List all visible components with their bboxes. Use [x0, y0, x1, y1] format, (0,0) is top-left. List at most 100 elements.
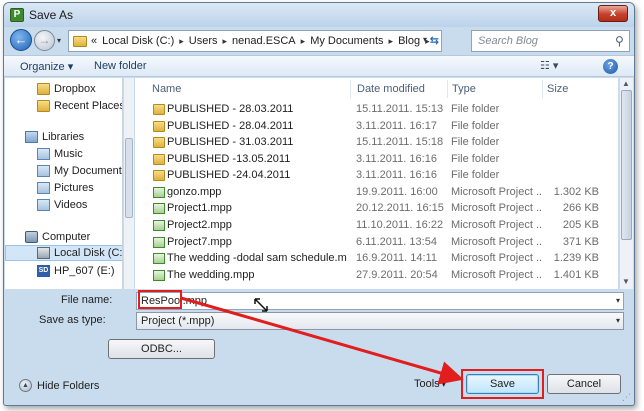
odbc-button[interactable]: ODBC... — [108, 339, 215, 359]
back-arrow-icon: ← — [14, 32, 28, 47]
file-type: Microsoft Project ... — [451, 252, 543, 264]
nav-item-computer[interactable]: Computer — [5, 229, 122, 245]
scroll-down-icon[interactable]: ▼ — [622, 277, 630, 286]
nav-item-music[interactable]: Music — [5, 146, 122, 162]
search-input[interactable]: Search Blog — [471, 30, 630, 52]
file-type: File folder — [451, 169, 500, 181]
file-type: File folder — [451, 136, 500, 148]
breadcrumb-separator-icon[interactable]: ▸ — [179, 36, 184, 47]
file-row[interactable]: PUBLISHED - 28.04.2011 3.11.2011. 16:17 … — [135, 118, 618, 135]
file-row[interactable]: Project7.mpp 6.11.2011. 13:54 Microsoft … — [135, 234, 618, 251]
file-name-dropdown-icon[interactable]: ▾ — [616, 296, 620, 305]
tools-button[interactable]: Tools ▾ — [414, 378, 446, 390]
file-row[interactable]: PUBLISHED -13.05.2011 3.11.2011. 16:16 F… — [135, 151, 618, 168]
nav-item-label: HP_607 (E:) — [54, 265, 115, 277]
sd-card-icon: SD — [37, 265, 50, 277]
folder-icon — [153, 121, 165, 132]
nav-item-videos[interactable]: Videos — [5, 197, 122, 213]
recent-pages-dropdown[interactable]: ▾ — [57, 36, 61, 45]
scroll-up-icon[interactable]: ▲ — [622, 79, 630, 88]
forward-button[interactable]: → — [34, 30, 55, 51]
nav-item-pictures[interactable]: Pictures — [5, 180, 122, 196]
nav-pane-scroll-thumb[interactable] — [125, 138, 133, 218]
file-list-scrollbar[interactable]: ▲ ▼ — [619, 78, 633, 289]
nav-item-local-disk[interactable]: Local Disk (C:) — [5, 245, 123, 261]
nav-item-libraries[interactable]: Libraries — [5, 129, 122, 145]
help-icon[interactable]: ? — [603, 59, 618, 74]
project-file-icon — [153, 270, 165, 281]
save-as-type-dropdown-icon[interactable]: ▾ — [616, 316, 620, 325]
refresh-icon[interactable]: ⇆ — [430, 34, 439, 47]
nav-item-dropbox[interactable]: Dropbox — [5, 81, 122, 97]
folder-icon — [153, 170, 165, 181]
column-divider[interactable] — [542, 80, 543, 98]
close-button[interactable]: x — [598, 5, 628, 22]
file-list-scroll-thumb[interactable] — [621, 90, 632, 240]
nav-item-label: My Documents — [54, 165, 123, 177]
nav-pane-scrollbar[interactable] — [123, 78, 134, 289]
hide-folders-button[interactable]: ▲ Hide Folders — [19, 379, 99, 392]
change-view-button[interactable]: ☷ ▾ — [540, 59, 558, 72]
file-row[interactable]: PUBLISHED -24.04.2011 3.11.2011. 16:16 F… — [135, 167, 618, 184]
new-folder-button[interactable]: New folder — [94, 60, 147, 72]
nav-item-my-documents[interactable]: My Documents — [5, 163, 123, 179]
file-row[interactable]: PUBLISHED - 28.03.2011 15.11.2011. 15:13… — [135, 101, 618, 118]
navigation-pane: Dropbox Recent Places Libraries Music My… — [5, 78, 123, 289]
column-header-name[interactable]: Name — [152, 78, 181, 100]
file-name-input[interactable]: ResPool.mpp ▾ — [136, 292, 624, 310]
file-date: 3.11.2011. 16:17 — [356, 120, 437, 132]
file-name: The wedding -dodal sam schedule.mpp — [167, 252, 347, 264]
cancel-button[interactable]: Cancel — [547, 374, 621, 394]
hide-folders-label: Hide Folders — [37, 379, 100, 392]
title-bar[interactable]: P Save As x — [4, 3, 634, 27]
videos-icon — [37, 199, 50, 211]
resize-grip-icon[interactable]: ⋰ — [622, 392, 631, 403]
file-size: 266 KB — [562, 202, 599, 214]
project-app-icon: P — [10, 8, 24, 22]
file-name: PUBLISHED - 28.04.2011 — [167, 120, 294, 132]
breadcrumb-history[interactable]: « — [91, 35, 97, 47]
file-type: Microsoft Project ... — [451, 202, 543, 214]
file-name: The wedding.mpp — [167, 269, 255, 281]
column-header-type[interactable]: Type — [452, 78, 476, 100]
breadcrumb-separator-icon[interactable]: ▸ — [223, 36, 228, 47]
nav-item-hp-607[interactable]: SD HP_607 (E:) — [5, 263, 122, 279]
file-row[interactable]: PUBLISHED - 31.03.2011 15.11.2011. 15:18… — [135, 134, 618, 151]
address-bar[interactable]: « Local Disk (C:) ▸ Users ▸ nenad.ESCA ▸… — [68, 30, 442, 52]
project-file-icon — [153, 237, 165, 248]
file-type: File folder — [451, 153, 500, 165]
breadcrumb-my-documents[interactable]: My Documents — [310, 35, 383, 47]
address-dropdown-icon[interactable]: ▾ — [423, 35, 427, 44]
column-divider[interactable] — [350, 80, 351, 98]
save-as-type-select[interactable]: Project (*.mpp) ▾ — [136, 312, 624, 330]
folder-icon — [73, 35, 87, 47]
nav-item-label: Local Disk (C:) — [54, 247, 123, 259]
file-row[interactable]: Project2.mpp 11.10.2011. 16:22 Microsoft… — [135, 217, 618, 234]
forward-arrow-icon: → — [38, 33, 51, 47]
nav-item-recent-places[interactable]: Recent Places — [5, 98, 122, 114]
folder-icon — [153, 104, 165, 115]
breadcrumb-local-disk[interactable]: Local Disk (C:) — [102, 35, 174, 47]
column-header-size[interactable]: Size — [547, 78, 568, 100]
breadcrumb-users[interactable]: Users — [189, 35, 218, 47]
back-button[interactable]: ← — [10, 29, 32, 51]
breadcrumb-user-folder[interactable]: nenad.ESCA — [232, 35, 296, 47]
file-name-label: File name: — [61, 294, 113, 306]
breadcrumb-blog[interactable]: Blog — [398, 35, 420, 47]
nav-item-label: Music — [54, 148, 83, 160]
search-icon[interactable]: ⚲ — [615, 34, 630, 48]
organize-button[interactable]: Organize ▾ — [20, 60, 73, 73]
file-row[interactable]: Project1.mpp 20.12.2011. 16:15 Microsoft… — [135, 200, 618, 217]
project-file-icon — [153, 253, 165, 264]
navigation-bar: ← → ▾ « Local Disk (C:) ▸ Users ▸ nenad.… — [4, 27, 634, 55]
file-row[interactable]: The wedding -dodal sam schedule.mpp 16.9… — [135, 250, 618, 267]
breadcrumb-separator-icon[interactable]: ▸ — [301, 36, 306, 47]
music-icon — [37, 148, 50, 160]
file-name: PUBLISHED -13.05.2011 — [167, 153, 291, 165]
column-header-date[interactable]: Date modified — [357, 78, 425, 100]
breadcrumb-separator-icon[interactable]: ▸ — [389, 36, 394, 47]
file-row[interactable]: gonzo.mpp 19.9.2011. 16:00 Microsoft Pro… — [135, 184, 618, 201]
file-type: Microsoft Project ... — [451, 219, 543, 231]
column-divider[interactable] — [447, 80, 448, 98]
file-row[interactable]: The wedding.mpp 27.9.2011. 20:54 Microso… — [135, 267, 618, 284]
